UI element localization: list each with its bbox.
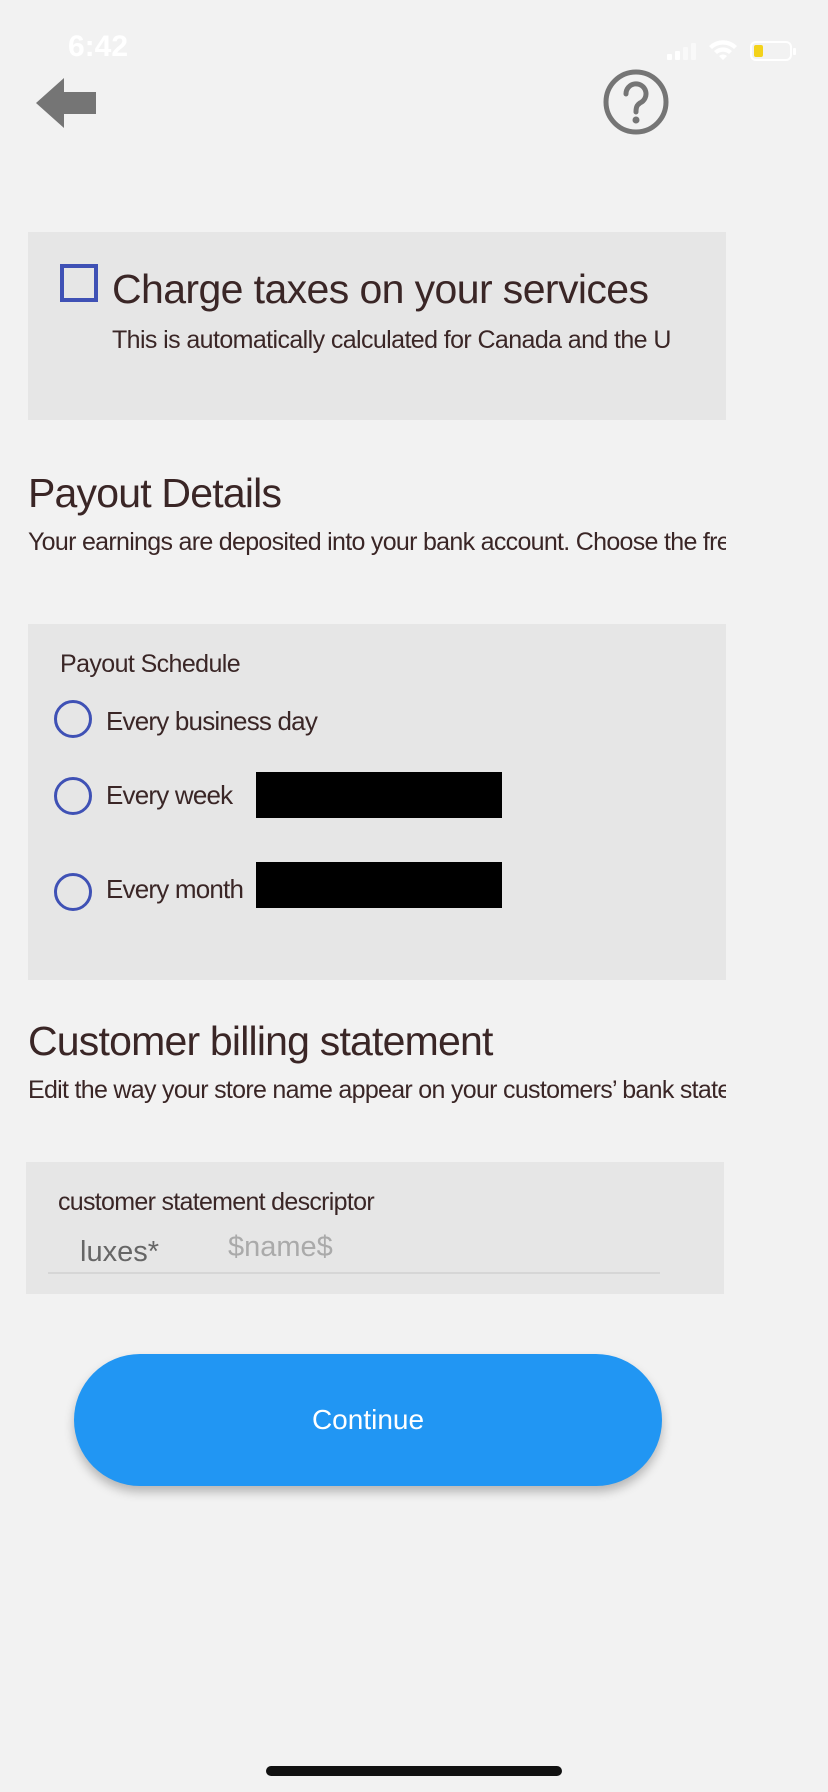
continue-button[interactable]: Continue xyxy=(74,1354,662,1486)
charge-taxes-checkbox[interactable] xyxy=(60,264,98,302)
help-circle-icon[interactable] xyxy=(602,68,670,136)
descriptor-label: customer statement descriptor xyxy=(58,1188,375,1216)
payout-details-title: Payout Details xyxy=(28,470,282,516)
descriptor-input[interactable] xyxy=(228,1226,648,1268)
billing-statement-subtitle: Edit the way your store name appear on y… xyxy=(28,1076,726,1104)
descriptor-prefix: luxes* xyxy=(80,1236,159,1268)
radio-label-every-business-day[interactable]: Every business day xyxy=(106,706,318,737)
status-icons xyxy=(667,38,796,64)
redacted-block xyxy=(256,772,502,818)
charge-taxes-title: Charge taxes on your services xyxy=(112,266,649,312)
signal-icon xyxy=(667,42,696,60)
billing-statement-title: Customer billing statement xyxy=(28,1018,493,1064)
battery-icon xyxy=(750,41,796,61)
status-time: 6:42 xyxy=(68,30,129,63)
radio-every-week[interactable] xyxy=(54,777,92,815)
wifi-icon xyxy=(709,40,737,60)
radio-label-every-month[interactable]: Every month xyxy=(106,874,244,905)
back-arrow-icon[interactable] xyxy=(36,76,100,130)
radio-every-month[interactable] xyxy=(54,873,92,911)
payout-schedule-label: Payout Schedule xyxy=(60,650,241,678)
redacted-block xyxy=(256,862,502,908)
home-indicator xyxy=(266,1766,562,1776)
charge-taxes-subtitle: This is automatically calculated for Can… xyxy=(112,326,672,354)
payout-details-subtitle: Your earnings are deposited into your ba… xyxy=(28,528,726,556)
radio-label-every-week[interactable]: Every week xyxy=(106,780,233,811)
radio-every-business-day[interactable] xyxy=(54,700,92,738)
descriptor-underline xyxy=(48,1272,660,1274)
